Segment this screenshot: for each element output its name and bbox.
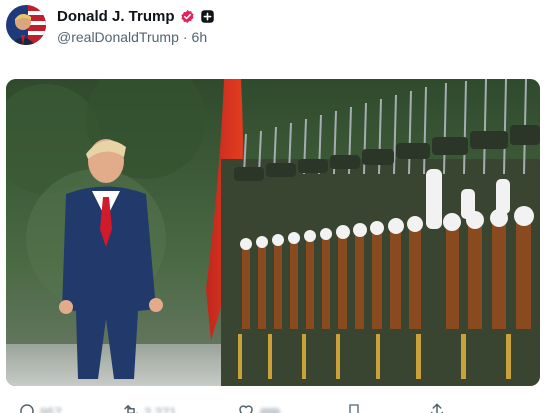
reply-icon: [18, 402, 36, 413]
post-meta-row: @realDonaldTrump · 6h: [57, 29, 207, 45]
bookmark-button[interactable]: [346, 402, 362, 413]
bookmark-icon: [346, 402, 362, 413]
share-icon: [428, 402, 446, 413]
post-image[interactable]: [6, 79, 540, 386]
like-count: [260, 407, 280, 413]
add-icon[interactable]: [200, 9, 215, 24]
reply-button[interactable]: 957: [18, 402, 62, 413]
post-photo: [6, 79, 540, 386]
reply-count: 957: [40, 405, 62, 413]
repost-icon: [122, 402, 140, 413]
repost-count: 2,271: [144, 405, 177, 413]
verified-badge-icon: [180, 9, 195, 24]
share-button[interactable]: [428, 402, 446, 413]
avatar[interactable]: [6, 5, 46, 45]
like-button[interactable]: [236, 402, 280, 413]
meta-separator: ·: [182, 29, 188, 45]
like-icon: [236, 402, 256, 413]
post-actions-bar: 957 2,271: [0, 396, 549, 413]
handle[interactable]: @realDonaldTrump: [57, 29, 179, 45]
repost-button[interactable]: 2,271: [122, 402, 177, 413]
display-name[interactable]: Donald J. Trump: [57, 8, 175, 25]
avatar-image: [6, 5, 46, 45]
post-time[interactable]: 6h: [192, 29, 208, 45]
post-author-row: Donald J. Trump: [57, 6, 215, 26]
